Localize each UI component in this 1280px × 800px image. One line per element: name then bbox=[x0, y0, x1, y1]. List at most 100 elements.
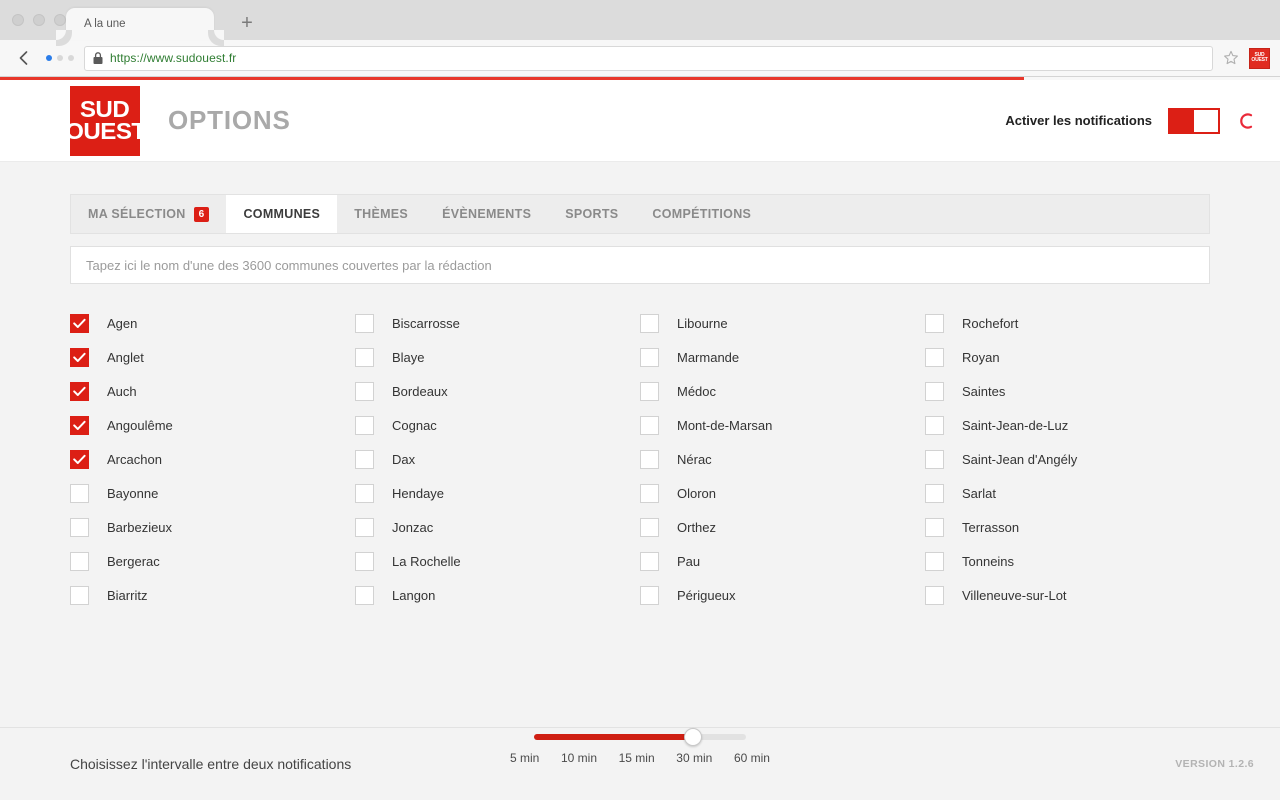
commune-checkbox[interactable] bbox=[640, 449, 659, 469]
commune-checkbox[interactable] bbox=[70, 483, 89, 503]
tab-ma-selection[interactable]: MA SÉLECTION 6 bbox=[71, 195, 226, 233]
sudouest-extension-icon[interactable]: SUD OUEST bbox=[1249, 47, 1270, 69]
commune-row[interactable]: Bordeaux bbox=[355, 374, 640, 408]
slider-track[interactable] bbox=[534, 728, 746, 746]
commune-row[interactable]: Orthez bbox=[640, 510, 925, 544]
new-tab-button[interactable]: + bbox=[236, 12, 258, 34]
commune-row[interactable]: Terrasson bbox=[925, 510, 1210, 544]
commune-row[interactable]: Saintes bbox=[925, 374, 1210, 408]
commune-row[interactable]: Hendaye bbox=[355, 476, 640, 510]
commune-row[interactable]: Anglet bbox=[70, 340, 355, 374]
commune-checkbox[interactable] bbox=[925, 415, 944, 435]
commune-checkbox[interactable] bbox=[70, 347, 89, 367]
tab-sports[interactable]: SPORTS bbox=[548, 195, 635, 233]
slider-tick-label[interactable]: 60 min bbox=[734, 751, 770, 765]
commune-checkbox[interactable] bbox=[925, 585, 944, 605]
commune-row[interactable]: Saint-Jean-de-Luz bbox=[925, 408, 1210, 442]
commune-checkbox[interactable] bbox=[925, 449, 944, 469]
commune-row[interactable]: Dax bbox=[355, 442, 640, 476]
commune-checkbox[interactable] bbox=[925, 483, 944, 503]
slider-tick-label[interactable]: 5 min bbox=[510, 751, 539, 765]
commune-row[interactable]: Mont-de-Marsan bbox=[640, 408, 925, 442]
slider-tick-label[interactable]: 15 min bbox=[619, 751, 655, 765]
commune-checkbox[interactable] bbox=[640, 381, 659, 401]
back-button[interactable] bbox=[10, 45, 36, 71]
notification-interval-slider[interactable]: 5 min 10 min 15 min 30 min 60 min bbox=[510, 728, 770, 765]
tab-communes[interactable]: COMMUNES bbox=[226, 195, 338, 233]
commune-checkbox[interactable] bbox=[640, 313, 659, 333]
commune-checkbox[interactable] bbox=[70, 551, 89, 571]
browser-tab[interactable]: A la une bbox=[56, 8, 224, 40]
commune-checkbox[interactable] bbox=[925, 347, 944, 367]
notifications-toggle[interactable] bbox=[1168, 107, 1220, 134]
window-maximize-button[interactable] bbox=[54, 14, 66, 26]
commune-checkbox[interactable] bbox=[640, 551, 659, 571]
commune-row[interactable]: Royan bbox=[925, 340, 1210, 374]
commune-checkbox[interactable] bbox=[640, 483, 659, 503]
commune-row[interactable]: Saint-Jean d'Angély bbox=[925, 442, 1210, 476]
commune-checkbox[interactable] bbox=[355, 483, 374, 503]
commune-row[interactable]: Périgueux bbox=[640, 578, 925, 612]
slider-tick-label[interactable]: 30 min bbox=[676, 751, 712, 765]
address-bar[interactable]: https://www.sudouest.fr bbox=[84, 45, 1213, 71]
commune-row[interactable]: Biscarrosse bbox=[355, 306, 640, 340]
window-controls[interactable] bbox=[12, 14, 66, 26]
commune-row[interactable]: Angoulême bbox=[70, 408, 355, 442]
sudouest-logo[interactable]: SUD OUEST bbox=[65, 85, 146, 156]
commune-checkbox[interactable] bbox=[640, 347, 659, 367]
commune-row[interactable]: Médoc bbox=[640, 374, 925, 408]
commune-checkbox[interactable] bbox=[640, 517, 659, 537]
commune-row[interactable]: La Rochelle bbox=[355, 544, 640, 578]
commune-checkbox[interactable] bbox=[70, 517, 89, 537]
window-minimize-button[interactable] bbox=[33, 14, 45, 26]
commune-row[interactable]: Blaye bbox=[355, 340, 640, 374]
commune-checkbox[interactable] bbox=[70, 381, 89, 401]
tab-themes[interactable]: THÈMES bbox=[337, 195, 425, 233]
commune-row[interactable]: Marmande bbox=[640, 340, 925, 374]
commune-row[interactable]: Bayonne bbox=[70, 476, 355, 510]
commune-checkbox[interactable] bbox=[355, 415, 374, 435]
commune-checkbox[interactable] bbox=[70, 415, 89, 435]
commune-row[interactable]: Nérac bbox=[640, 442, 925, 476]
commune-checkbox[interactable] bbox=[70, 313, 89, 333]
commune-checkbox[interactable] bbox=[640, 585, 659, 605]
commune-checkbox[interactable] bbox=[355, 517, 374, 537]
commune-row[interactable]: Oloron bbox=[640, 476, 925, 510]
commune-row[interactable]: Jonzac bbox=[355, 510, 640, 544]
commune-checkbox[interactable] bbox=[355, 551, 374, 571]
slider-handle[interactable] bbox=[684, 728, 702, 746]
commune-checkbox[interactable] bbox=[70, 449, 89, 469]
commune-row[interactable]: Rochefort bbox=[925, 306, 1210, 340]
commune-search-input[interactable] bbox=[86, 257, 1194, 273]
commune-checkbox[interactable] bbox=[355, 585, 374, 605]
tab-competitions[interactable]: COMPÉTITIONS bbox=[635, 195, 768, 233]
commune-checkbox[interactable] bbox=[355, 347, 374, 367]
commune-row[interactable]: Auch bbox=[70, 374, 355, 408]
commune-row[interactable]: Sarlat bbox=[925, 476, 1210, 510]
commune-checkbox[interactable] bbox=[925, 551, 944, 571]
slider-tick-label[interactable]: 10 min bbox=[561, 751, 597, 765]
commune-row[interactable]: Bergerac bbox=[70, 544, 355, 578]
commune-search-box[interactable] bbox=[70, 246, 1210, 284]
commune-checkbox[interactable] bbox=[70, 585, 89, 605]
commune-row[interactable]: Biarritz bbox=[70, 578, 355, 612]
commune-row[interactable]: Pau bbox=[640, 544, 925, 578]
commune-row[interactable]: Libourne bbox=[640, 306, 925, 340]
commune-checkbox[interactable] bbox=[925, 313, 944, 333]
commune-row[interactable]: Cognac bbox=[355, 408, 640, 442]
commune-checkbox[interactable] bbox=[640, 415, 659, 435]
commune-checkbox[interactable] bbox=[355, 313, 374, 333]
commune-row[interactable]: Tonneins bbox=[925, 544, 1210, 578]
commune-row[interactable]: Arcachon bbox=[70, 442, 355, 476]
tab-evenements[interactable]: ÉVÈNEMENTS bbox=[425, 195, 548, 233]
window-close-button[interactable] bbox=[12, 14, 24, 26]
commune-row[interactable]: Barbezieux bbox=[70, 510, 355, 544]
commune-checkbox[interactable] bbox=[355, 381, 374, 401]
commune-checkbox[interactable] bbox=[355, 449, 374, 469]
commune-checkbox[interactable] bbox=[925, 381, 944, 401]
commune-row[interactable]: Langon bbox=[355, 578, 640, 612]
commune-row[interactable]: Agen bbox=[70, 306, 355, 340]
commune-row[interactable]: Villeneuve-sur-Lot bbox=[925, 578, 1210, 612]
commune-checkbox[interactable] bbox=[925, 517, 944, 537]
bookmark-star-icon[interactable] bbox=[1219, 46, 1243, 70]
